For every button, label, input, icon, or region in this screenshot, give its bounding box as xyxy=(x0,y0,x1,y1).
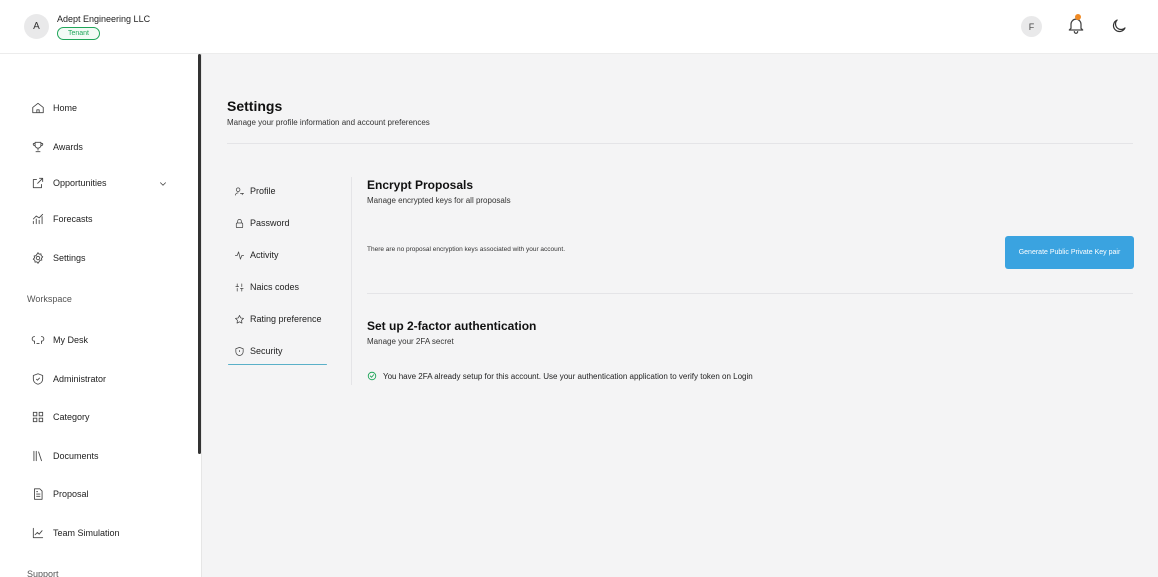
category-icon xyxy=(32,411,44,423)
line-chart-icon xyxy=(32,527,44,539)
code-icon xyxy=(235,282,244,292)
trophy-icon xyxy=(32,141,44,153)
sidebar-item-proposal[interactable]: Proposal xyxy=(31,485,89,503)
sidebar-scrollbar[interactable] xyxy=(198,54,201,454)
check-circle-icon xyxy=(367,371,377,381)
sidebar-item-opportunities[interactable]: Opportunities xyxy=(31,174,107,192)
encrypt-section-title: Encrypt Proposals xyxy=(367,178,474,192)
support-section-label: Support xyxy=(27,569,59,577)
sidebar-item-label: Settings xyxy=(53,253,86,263)
sidebar-item-label: Forecasts xyxy=(53,214,93,224)
sidebar-item-label: My Desk xyxy=(53,335,89,345)
sidebar-item-documents[interactable]: Documents xyxy=(31,447,99,465)
star-icon xyxy=(235,314,244,323)
tab-label: Naics codes xyxy=(250,282,300,292)
notification-dot xyxy=(1075,14,1081,20)
sidebar-item-label: Awards xyxy=(53,142,83,152)
shield-icon xyxy=(235,346,244,356)
generate-key-pair-button[interactable]: Generate Public Private Key pair xyxy=(1005,236,1134,269)
desk-icon xyxy=(31,336,45,344)
header-divider xyxy=(227,143,1133,144)
no-keys-message: There are no proposal encryption keys as… xyxy=(367,246,565,253)
file-icon xyxy=(34,488,43,500)
tab-rating-preference[interactable]: Rating preference xyxy=(234,311,322,327)
sidebar-item-my-desk[interactable]: My Desk xyxy=(31,331,88,349)
tab-profile[interactable]: Profile xyxy=(234,183,276,199)
chevron-down-icon[interactable] xyxy=(158,179,168,189)
tab-activity[interactable]: Activity xyxy=(234,247,279,263)
chart-icon xyxy=(32,213,44,225)
library-icon xyxy=(33,450,42,462)
tab-security[interactable]: Security xyxy=(234,343,283,359)
tab-label: Security xyxy=(250,346,283,356)
sidebar-item-team-simulation[interactable]: Team Simulation xyxy=(31,524,120,542)
page-subtitle: Manage your profile information and acco… xyxy=(227,118,430,127)
sidebar-item-label: Administrator xyxy=(53,374,107,384)
workspace-section-label: Workspace xyxy=(27,294,72,304)
sidebar-item-forecasts[interactable]: Forecasts xyxy=(31,210,93,228)
sidebar-item-label: Team Simulation xyxy=(53,528,120,538)
sidebar-item-label: Proposal xyxy=(53,489,89,499)
tabs-divider xyxy=(351,177,352,385)
top-bar xyxy=(0,0,1158,54)
sidebar-item-home[interactable]: Home xyxy=(31,99,77,117)
active-tab-indicator xyxy=(228,364,327,365)
tab-label: Profile xyxy=(250,186,276,196)
tab-label: Password xyxy=(250,218,290,228)
user-key-icon xyxy=(235,186,244,196)
tab-label: Rating preference xyxy=(250,314,322,324)
sidebar-item-label: Documents xyxy=(53,451,99,461)
home-icon xyxy=(32,102,44,114)
org-avatar[interactable]: A xyxy=(24,14,49,39)
sidebar-item-label: Opportunities xyxy=(53,178,107,188)
tab-label: Activity xyxy=(250,250,279,260)
twofa-status: You have 2FA already setup for this acco… xyxy=(367,371,753,381)
activity-icon xyxy=(235,250,244,260)
shield-icon xyxy=(32,373,44,385)
twofa-section-subtitle: Manage your 2FA secret xyxy=(367,337,454,346)
lock-icon xyxy=(235,218,244,228)
page-title: Settings xyxy=(227,98,283,114)
sidebar-item-label: Home xyxy=(53,103,78,113)
user-avatar-initial: F xyxy=(1028,21,1035,32)
sidebar-item-category[interactable]: Category xyxy=(31,408,90,426)
gear-icon xyxy=(32,252,44,264)
tab-password[interactable]: Password xyxy=(234,215,290,231)
section-divider xyxy=(367,293,1133,294)
org-name: Adept Engineering LLC xyxy=(57,14,151,24)
tab-naics-codes[interactable]: Naics codes xyxy=(234,279,299,295)
org-avatar-initial: A xyxy=(33,21,40,32)
encrypt-section-subtitle: Manage encrypted keys for all proposals xyxy=(367,196,511,205)
sidebar-item-administrator[interactable]: Administrator xyxy=(31,370,106,388)
tenant-badge: Tenant xyxy=(57,27,100,40)
sidebar-item-label: Category xyxy=(53,412,90,422)
twofa-status-text: You have 2FA already setup for this acco… xyxy=(383,371,753,381)
user-avatar[interactable]: F xyxy=(1021,16,1042,37)
twofa-section-title: Set up 2-factor authentication xyxy=(367,319,537,333)
sidebar-item-settings[interactable]: Settings xyxy=(31,249,86,267)
external-link-icon xyxy=(32,177,44,189)
moon-icon[interactable] xyxy=(1110,17,1128,35)
sidebar-item-awards[interactable]: Awards xyxy=(31,138,83,156)
